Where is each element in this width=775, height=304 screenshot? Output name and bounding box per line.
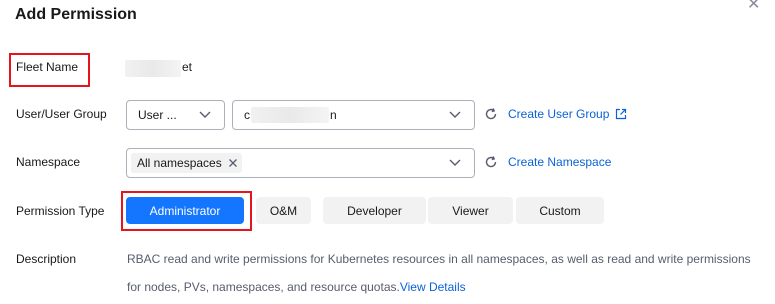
create-user-group-link[interactable]: Create User Group (508, 107, 609, 121)
close-icon[interactable]: ✕ (747, 0, 760, 14)
fleet-name-redaction (125, 60, 181, 77)
user-select[interactable]: c n (232, 100, 475, 130)
namespace-tag-label: All namespaces (137, 156, 222, 170)
namespace-tag: All namespaces (131, 153, 242, 173)
description-line-1: RBAC read and write permissions for Kube… (127, 252, 751, 266)
user-type-select[interactable]: User ... (126, 100, 225, 130)
description-label: Description (16, 252, 77, 266)
chevron-down-icon (199, 111, 211, 118)
tag-close-icon[interactable] (228, 158, 238, 168)
external-link-icon[interactable] (615, 108, 627, 120)
user-type-value: User ... (138, 108, 177, 122)
fleet-name-label: Fleet Name (16, 60, 79, 74)
permission-option-viewer[interactable]: Viewer (428, 197, 513, 224)
fleet-name-value: et (182, 60, 193, 74)
refresh-icon[interactable] (484, 155, 498, 169)
permission-type-label: Permission Type (16, 204, 105, 218)
permission-option-custom[interactable]: Custom (516, 197, 604, 224)
permission-option-developer[interactable]: Developer (323, 197, 426, 224)
user-value-prefix: c (244, 108, 250, 122)
permission-option-administrator[interactable]: Administrator (126, 197, 244, 224)
description-line-2-text: for nodes, PVs, namespaces, and resource… (127, 280, 400, 294)
namespace-label: Namespace (16, 155, 81, 169)
permission-option-om[interactable]: O&M (256, 197, 311, 224)
user-group-label: User/User Group (16, 107, 107, 121)
refresh-icon[interactable] (484, 107, 498, 121)
user-value-suffix: n (330, 108, 337, 122)
create-namespace-link[interactable]: Create Namespace (508, 155, 611, 169)
description-line-2: for nodes, PVs, namespaces, and resource… (127, 280, 466, 294)
chevron-down-icon (449, 159, 461, 166)
user-value-redaction (251, 107, 329, 123)
dialog-title: Add Permission (15, 6, 137, 23)
chevron-down-icon (449, 111, 461, 118)
view-details-link[interactable]: View Details (400, 280, 466, 294)
